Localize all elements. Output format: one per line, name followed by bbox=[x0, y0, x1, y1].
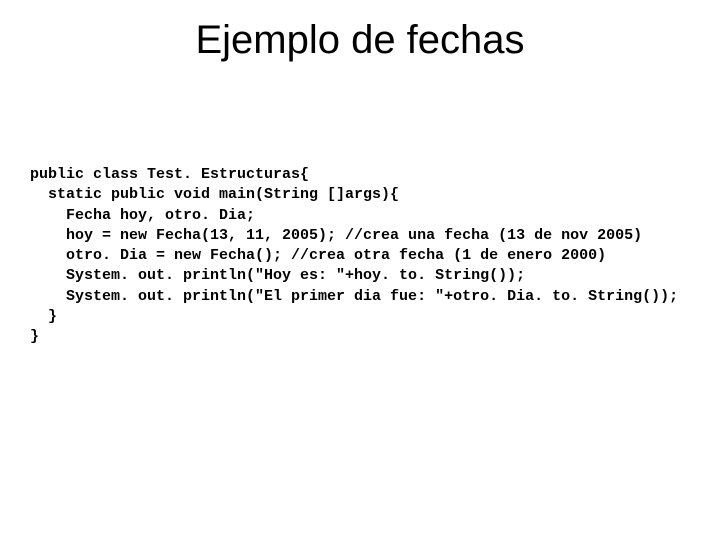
code-line: public class Test. Estructuras{ bbox=[30, 166, 309, 183]
code-line: } bbox=[30, 328, 39, 345]
code-line: hoy = new Fecha(13, 11, 2005); //crea un… bbox=[30, 227, 642, 244]
slide: Ejemplo de fechas public class Test. Est… bbox=[0, 0, 720, 540]
code-line: otro. Dia = new Fecha(); //crea otra fec… bbox=[30, 247, 606, 264]
code-block: public class Test. Estructuras{ static p… bbox=[30, 165, 678, 347]
code-line: static public void main(String []args){ bbox=[30, 186, 399, 203]
slide-title: Ejemplo de fechas bbox=[0, 18, 720, 63]
code-line: Fecha hoy, otro. Dia; bbox=[30, 207, 255, 224]
code-line: System. out. println("El primer dia fue:… bbox=[30, 288, 678, 305]
code-line: System. out. println("Hoy es: "+hoy. to.… bbox=[30, 267, 525, 284]
code-line: } bbox=[30, 308, 57, 325]
